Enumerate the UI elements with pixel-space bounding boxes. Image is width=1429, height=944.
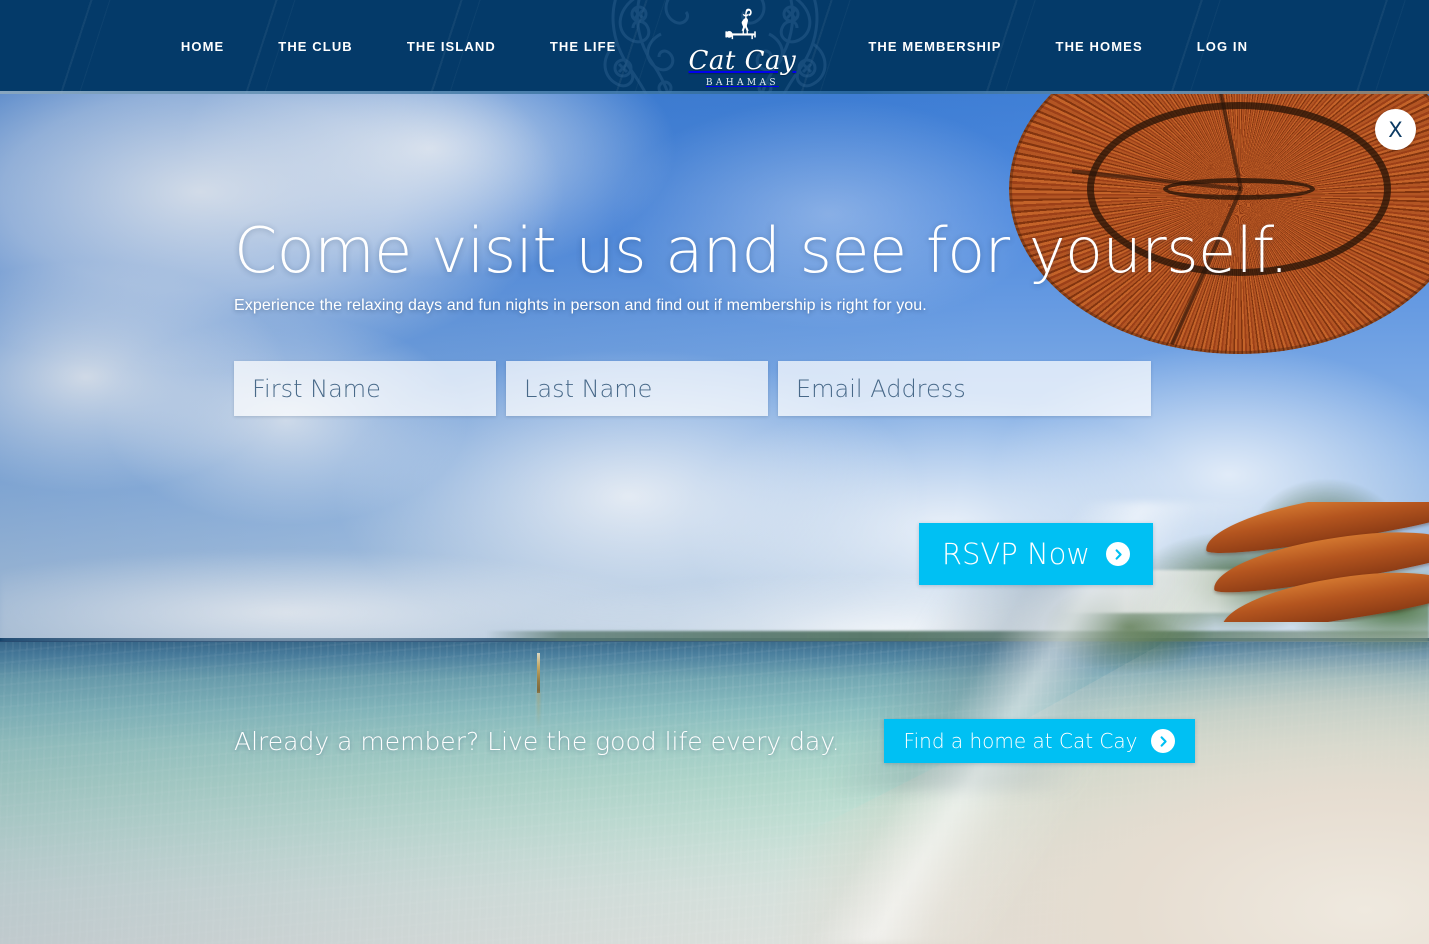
rsvp-button-label: RSVP Now [941, 537, 1091, 571]
find-a-home-label: Find a home at Cat Cay [903, 729, 1138, 753]
primary-nav-left: HOME THE CLUB THE ISLAND THE LIFE [154, 0, 644, 94]
member-prompt-text: Already a member? Live the good life eve… [234, 726, 840, 756]
page-title: Come visit us and see for yourself. [234, 214, 1289, 287]
close-icon[interactable]: X [1375, 109, 1416, 150]
find-a-home-button[interactable]: Find a home at Cat Cay [883, 719, 1196, 763]
site-logo[interactable]: Cat Cay BAHAMAS [657, 0, 827, 94]
hero-content: Come visit us and see for yourself. Expe… [0, 94, 1429, 944]
logo-wordmark: Cat Cay [688, 45, 797, 76]
first-name-input[interactable] [234, 361, 496, 416]
member-cta-row: Already a member? Live the good life eve… [234, 719, 1196, 763]
sidebar-item-home[interactable]: HOME [154, 0, 251, 94]
primary-nav-right: THE MEMBERSHIP THE HOMES LOG IN [841, 0, 1275, 94]
last-name-input[interactable] [506, 361, 768, 416]
sidebar-item-the-club[interactable]: THE CLUB [251, 0, 380, 94]
page-subtitle: Experience the relaxing days and fun nig… [234, 297, 927, 314]
sidebar-item-the-island[interactable]: THE ISLAND [380, 0, 523, 94]
sidebar-item-the-homes[interactable]: THE HOMES [1029, 0, 1170, 94]
page-root: HOME THE CLUB THE ISLAND THE LIFE Cat Ca… [0, 0, 1429, 944]
rsvp-button-wrap: RSVP Now [919, 523, 1153, 585]
rsvp-now-button[interactable]: RSVP Now [919, 523, 1153, 585]
chevron-right-icon [1151, 729, 1176, 753]
sidebar-item-the-life[interactable]: THE LIFE [523, 0, 644, 94]
cat-on-perch-icon [725, 8, 757, 39]
rsvp-form [234, 361, 1151, 416]
site-header: HOME THE CLUB THE ISLAND THE LIFE Cat Ca… [0, 0, 1429, 94]
sidebar-item-the-membership[interactable]: THE MEMBERSHIP [841, 0, 1028, 94]
hero-overlay: Come visit us and see for yourself. Expe… [0, 94, 1429, 944]
nav-inner: HOME THE CLUB THE ISLAND THE LIFE Cat Ca… [0, 0, 1429, 94]
email-field[interactable] [778, 361, 1151, 416]
logo-tagline: BAHAMAS [705, 77, 779, 88]
sidebar-item-log-in[interactable]: LOG IN [1170, 0, 1275, 94]
chevron-right-icon [1106, 542, 1131, 566]
close-label: X [1388, 117, 1403, 142]
